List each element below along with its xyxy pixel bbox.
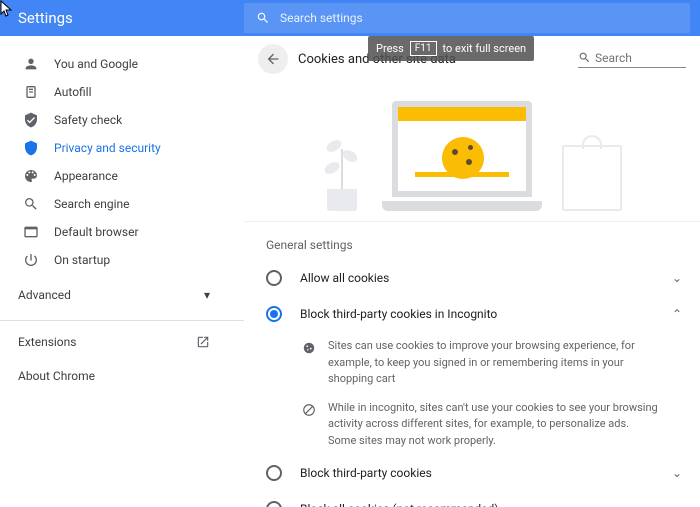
person-icon — [22, 56, 40, 72]
advanced-label: Advanced — [18, 288, 71, 302]
main-content: Cookies and other site data General sett… — [244, 36, 700, 507]
app-title: Settings — [0, 9, 244, 27]
sidebar-item-privacy[interactable]: Privacy and security — [0, 134, 244, 162]
sidebar-item-autofill[interactable]: Autofill — [0, 78, 244, 106]
sidebar-item-label: You and Google — [54, 57, 138, 71]
caret-down-icon: ▾ — [204, 288, 210, 302]
option-detail: While in incognito, sites can't use your… — [244, 394, 700, 456]
sidebar-item-search-engine[interactable]: Search engine — [0, 190, 244, 218]
sidebar-item-on-startup[interactable]: On startup — [0, 246, 244, 274]
option-label: Block third-party cookies in Incognito — [300, 307, 672, 321]
chevron-down-icon[interactable]: ⌄ — [672, 466, 682, 480]
option-label: Block third-party cookies — [300, 466, 672, 480]
shield-check-icon — [22, 112, 40, 128]
divider — [0, 320, 244, 321]
block-icon — [302, 402, 316, 450]
search-icon — [22, 196, 40, 212]
cookie-small-icon — [302, 340, 316, 388]
arrow-left-icon — [265, 51, 281, 67]
external-link-icon — [196, 335, 210, 349]
header-search-box[interactable] — [244, 3, 690, 33]
chevron-down-icon[interactable]: ⌄ — [672, 502, 682, 507]
chevron-down-icon[interactable]: ⌄ — [672, 271, 682, 285]
header-search-input[interactable] — [280, 11, 690, 25]
section-title: General settings — [244, 222, 700, 260]
illustration — [244, 82, 700, 222]
sidebar-item-safety-check[interactable]: Safety check — [0, 106, 244, 134]
autofill-icon — [22, 84, 40, 100]
search-icon — [578, 51, 591, 64]
detail-text: While in incognito, sites can't use your… — [328, 400, 660, 450]
radio-unchecked-icon — [266, 465, 282, 481]
sidebar-item-default-browser[interactable]: Default browser — [0, 218, 244, 246]
option-detail: Sites can use cookies to improve your br… — [244, 332, 700, 394]
overlay-post: to exit full screen — [443, 42, 527, 55]
option-block-all[interactable]: Block all cookies (not recommended) ⌄ — [244, 491, 700, 507]
option-allow-all[interactable]: Allow all cookies ⌄ — [244, 260, 700, 296]
sidebar: You and Google Autofill Safety check Pri… — [0, 36, 244, 507]
power-icon — [22, 252, 40, 268]
radio-unchecked-icon — [266, 501, 282, 507]
detail-text: Sites can use cookies to improve your br… — [328, 338, 660, 388]
sidebar-item-label: Privacy and security — [54, 141, 161, 155]
radio-checked-icon — [266, 306, 282, 322]
sidebar-item-label: On startup — [54, 253, 110, 267]
sidebar-item-appearance[interactable]: Appearance — [0, 162, 244, 190]
laptop-graphic — [382, 101, 542, 211]
shield-icon — [22, 140, 40, 156]
option-block-third-party-incognito[interactable]: Block third-party cookies in Incognito ⌃ — [244, 296, 700, 332]
sidebar-item-label: Safety check — [54, 113, 122, 127]
option-block-third-party[interactable]: Block third-party cookies ⌄ — [244, 455, 700, 491]
overlay-key: F11 — [410, 41, 437, 56]
overlay-pre: Press — [376, 42, 404, 55]
app-header: Settings — [0, 0, 700, 36]
chevron-up-icon[interactable]: ⌃ — [672, 307, 682, 321]
palette-icon — [22, 168, 40, 184]
back-button[interactable] — [258, 44, 288, 74]
page-search-input[interactable] — [595, 51, 675, 65]
sidebar-item-label: Appearance — [54, 169, 118, 183]
sidebar-item-label: Default browser — [54, 225, 139, 239]
extensions-label: Extensions — [18, 335, 76, 349]
sidebar-extensions[interactable]: Extensions — [0, 325, 244, 359]
sidebar-advanced[interactable]: Advanced ▾ — [0, 274, 244, 316]
sidebar-item-label: Search engine — [54, 197, 129, 211]
fullscreen-hint: Press F11 to exit full screen — [368, 36, 534, 61]
about-label: About Chrome — [18, 369, 95, 383]
option-label: Allow all cookies — [300, 271, 672, 285]
search-icon — [256, 11, 270, 25]
browser-icon — [22, 224, 40, 240]
page-search[interactable] — [578, 51, 686, 68]
sidebar-item-label: Autofill — [54, 85, 92, 99]
radio-unchecked-icon — [266, 270, 282, 286]
plant-graphic — [322, 131, 362, 211]
mouse-cursor — [0, 0, 14, 18]
option-label: Block all cookies (not recommended) — [300, 502, 672, 507]
sidebar-about-chrome[interactable]: About Chrome — [0, 359, 244, 393]
bag-graphic — [562, 145, 622, 211]
sidebar-item-you-and-google[interactable]: You and Google — [0, 50, 244, 78]
